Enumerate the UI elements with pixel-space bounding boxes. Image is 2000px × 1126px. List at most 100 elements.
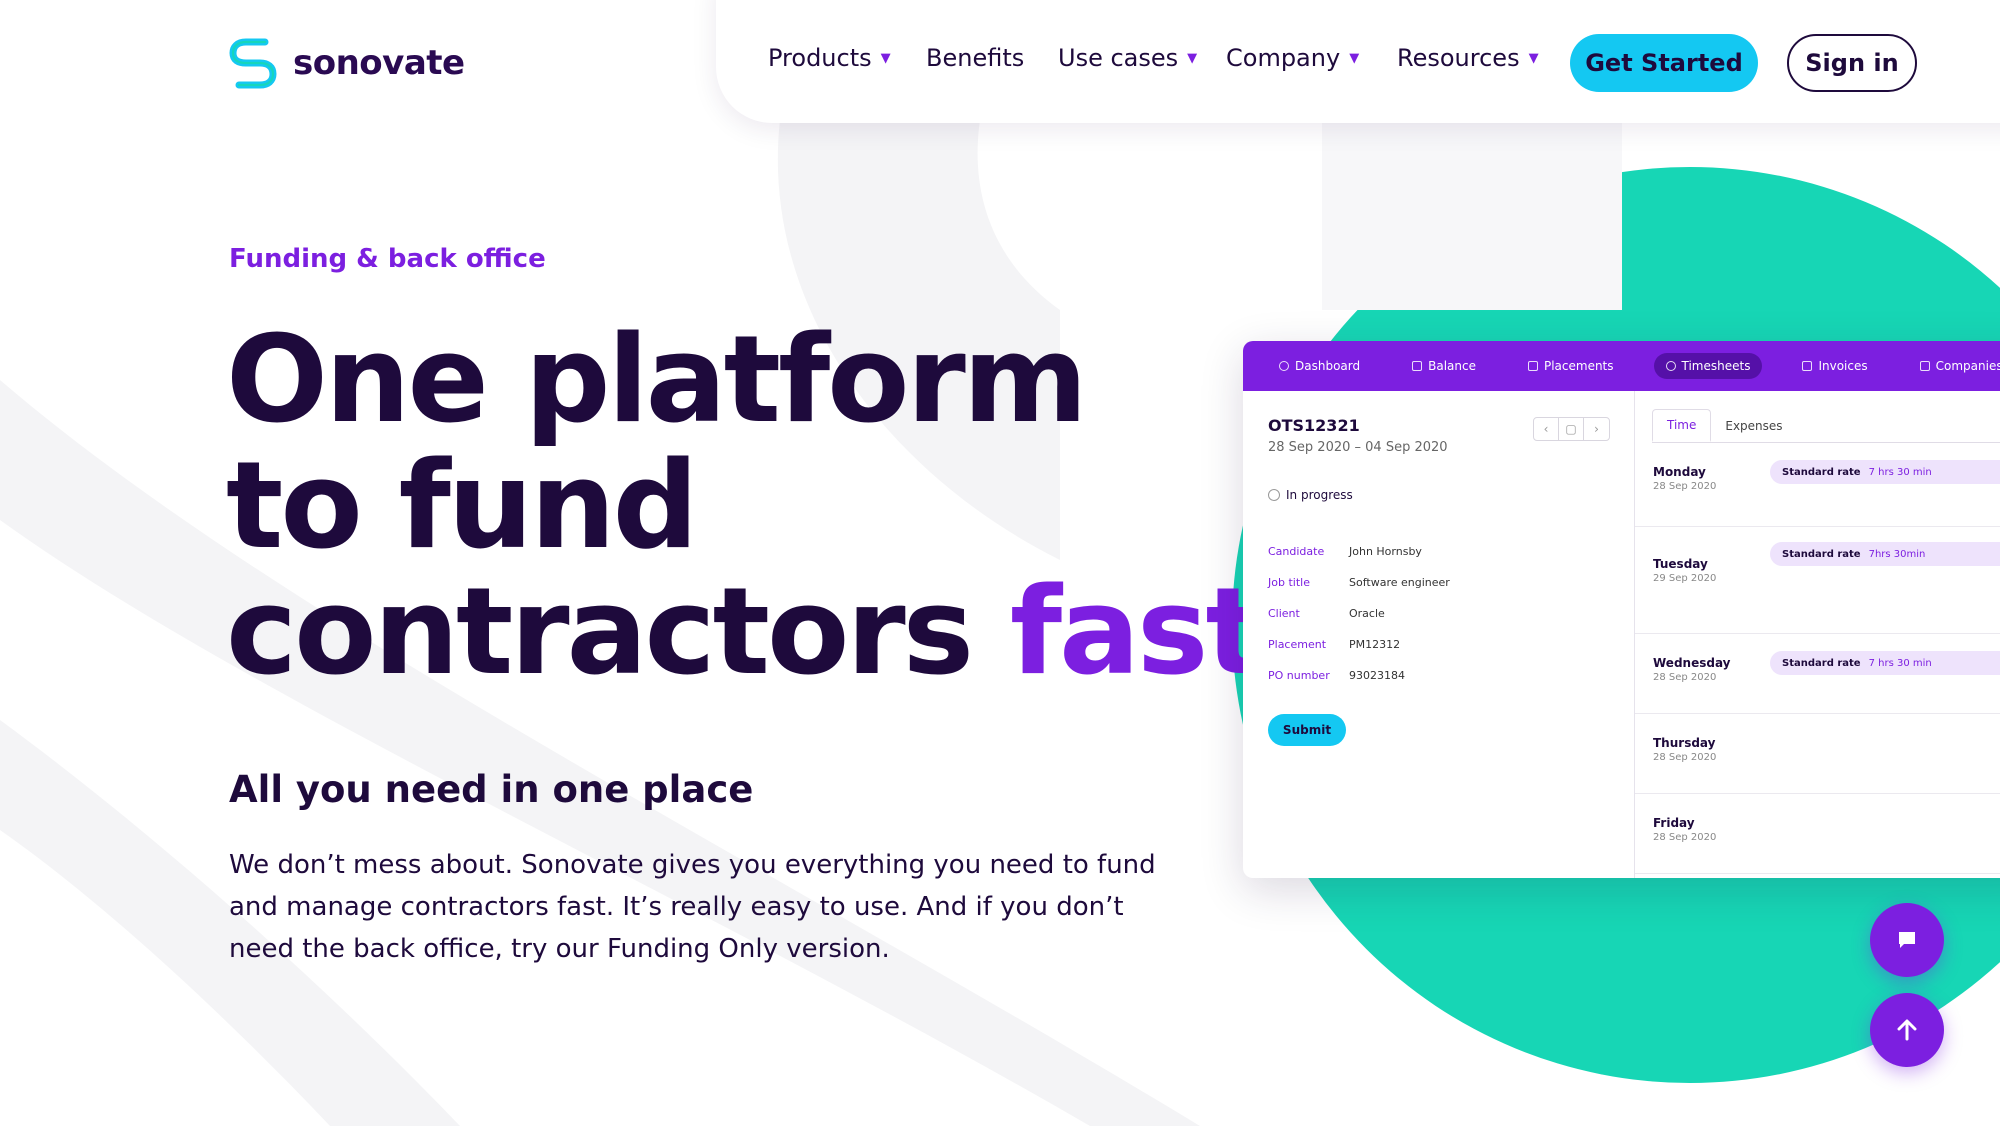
nav-resources[interactable]: Resources ▼ bbox=[1397, 44, 1539, 72]
field-label: Job title bbox=[1268, 576, 1310, 589]
tab-expenses: Expenses bbox=[1725, 418, 1783, 433]
briefcase-icon bbox=[1527, 361, 1538, 371]
nav-products[interactable]: Products ▼ bbox=[768, 44, 891, 72]
rate-pill: Standard rate 7hrs 30min bbox=[1770, 542, 2000, 566]
field-po-number: PO number 93023184 bbox=[1268, 669, 1405, 682]
rate-label: Standard rate bbox=[1782, 548, 1861, 560]
rate-hours: 7 hrs 30 min bbox=[1868, 466, 1932, 478]
field-candidate: Candidate John Hornsby bbox=[1268, 545, 1422, 558]
mockup-nav-label: Invoices bbox=[1818, 359, 1868, 373]
headline-accent: fast bbox=[1009, 563, 1263, 702]
status-icon bbox=[1268, 489, 1280, 501]
timesheet-days: Time Expenses Monday 28 Sep 2020 Standar… bbox=[1635, 391, 2000, 878]
rate-hours: 7hrs 30min bbox=[1868, 548, 1926, 560]
day-date: 28 Sep 2020 bbox=[1653, 832, 1717, 843]
get-started-button[interactable]: Get Started bbox=[1570, 34, 1758, 92]
day-name: Tuesday bbox=[1653, 557, 1708, 571]
caret-down-icon: ▼ bbox=[1528, 50, 1539, 66]
field-value: Oracle bbox=[1349, 607, 1385, 620]
timesheet-dates: 28 Sep 2020 – 04 Sep 2020 bbox=[1268, 440, 1448, 455]
mockup-nav-timesheets: Timesheets bbox=[1653, 353, 1763, 379]
headline-line-3: contractors bbox=[226, 563, 1010, 702]
rate-pill: Standard rate 7 hrs 30 min bbox=[1770, 460, 2000, 484]
mockup-tabs: Time Expenses bbox=[1652, 409, 1797, 442]
hero-eyebrow: Funding & back office bbox=[229, 244, 546, 274]
headline-line-1: One platform bbox=[226, 311, 1088, 450]
mockup-nav-invoices: Invoices bbox=[1790, 353, 1879, 379]
document-icon bbox=[1802, 361, 1813, 371]
chat-button[interactable] bbox=[1870, 903, 1944, 977]
day-date: 29 Sep 2020 bbox=[1653, 573, 1717, 584]
wallet-icon bbox=[1412, 361, 1423, 371]
tab-time: Time bbox=[1652, 409, 1712, 442]
day-name: Friday bbox=[1653, 816, 1695, 830]
calendar-icon: ▢ bbox=[1559, 418, 1584, 440]
timesheet-id: OTS12321 bbox=[1268, 416, 1360, 435]
nav-products-label: Products bbox=[768, 44, 872, 72]
chat-bubble-icon bbox=[1899, 932, 1915, 948]
caret-down-icon: ▼ bbox=[1349, 50, 1360, 66]
mockup-nav-label: Placements bbox=[1543, 359, 1614, 373]
logo-wordmark: sonovate bbox=[293, 43, 465, 83]
mockup-nav: Dashboard Balance Placements Timesheets … bbox=[1243, 341, 2000, 391]
app-mockup: Dashboard Balance Placements Timesheets … bbox=[1243, 341, 2000, 878]
sonovate-logo-icon bbox=[229, 38, 277, 89]
field-label: Client bbox=[1268, 607, 1300, 620]
clock-icon bbox=[1665, 361, 1676, 371]
day-row: Tuesday 29 Sep 2020 Standard rate 7hrs 3… bbox=[1635, 527, 2000, 634]
chevron-right-icon: › bbox=[1594, 422, 1599, 436]
field-client: Client Oracle bbox=[1268, 607, 1385, 620]
status-text: In progress bbox=[1286, 488, 1353, 502]
rate-label: Standard rate bbox=[1782, 466, 1861, 478]
sonovate-logo[interactable]: sonovate bbox=[229, 34, 465, 92]
day-name: Thursday bbox=[1653, 736, 1716, 750]
field-job-title: Job title Software engineer bbox=[1268, 576, 1450, 589]
day-row: Monday 28 Sep 2020 Standard rate 7 hrs 3… bbox=[1635, 443, 2000, 527]
hero-headline: One platform to fund contractors fast bbox=[226, 318, 1263, 696]
field-label: PO number bbox=[1268, 669, 1330, 682]
headline-line-2: to fund bbox=[226, 437, 699, 576]
scroll-to-top-button[interactable] bbox=[1870, 993, 1944, 1067]
hero-subhead: All you need in one place bbox=[229, 768, 754, 811]
nav-benefits-label: Benefits bbox=[926, 44, 1025, 72]
mockup-nav-placements: Placements bbox=[1516, 353, 1626, 379]
day-row: Thursday 28 Sep 2020 bbox=[1635, 714, 2000, 794]
mockup-nav-label: Companies bbox=[1935, 359, 2000, 373]
field-label: Candidate bbox=[1268, 545, 1325, 558]
day-name: Monday bbox=[1653, 465, 1706, 479]
nav-company[interactable]: Company ▼ bbox=[1226, 44, 1359, 72]
nav-use-cases[interactable]: Use cases ▼ bbox=[1058, 44, 1197, 72]
nav-company-label: Company bbox=[1226, 44, 1341, 72]
nav-resources-label: Resources bbox=[1397, 44, 1520, 72]
day-row: Wednesday 28 Sep 2020 Standard rate 7 hr… bbox=[1635, 634, 2000, 714]
day-name: Wednesday bbox=[1653, 656, 1731, 670]
mockup-nav-label: Balance bbox=[1428, 359, 1476, 373]
arrow-up-icon bbox=[1897, 1019, 1917, 1041]
hero-body: We don’t mess about. Sonovate gives you … bbox=[229, 850, 1156, 964]
mockup-submit-button: Submit bbox=[1268, 714, 1346, 746]
rate-hours: 7 hrs 30 min bbox=[1868, 657, 1932, 669]
sign-in-button[interactable]: Sign in bbox=[1787, 34, 1917, 92]
field-value: PM12312 bbox=[1349, 638, 1401, 651]
chevron-left-icon: ‹ bbox=[1534, 418, 1559, 440]
day-date: 28 Sep 2020 bbox=[1653, 752, 1717, 763]
field-value: Software engineer bbox=[1349, 576, 1450, 589]
day-date: 28 Sep 2020 bbox=[1653, 672, 1717, 683]
mockup-nav-balance: Balance bbox=[1400, 353, 1488, 379]
field-value: John Hornsby bbox=[1349, 545, 1422, 558]
status-badge: In progress bbox=[1268, 488, 1353, 502]
timesheet-details: OTS12321 28 Sep 2020 – 04 Sep 2020 ‹ ▢ ›… bbox=[1243, 391, 1635, 878]
field-value: 93023184 bbox=[1349, 669, 1405, 682]
day-date: 28 Sep 2020 bbox=[1653, 481, 1717, 492]
mockup-nav-companies: Companies⌄ bbox=[1908, 353, 2000, 379]
date-pager: ‹ ▢ › bbox=[1533, 417, 1610, 441]
day-row: Friday 28 Sep 2020 bbox=[1635, 794, 2000, 874]
caret-down-icon: ▼ bbox=[880, 50, 891, 66]
mockup-nav-label: Timesheets bbox=[1681, 359, 1751, 373]
nav-use-cases-label: Use cases bbox=[1058, 44, 1179, 72]
field-placement: Placement PM12312 bbox=[1268, 638, 1400, 651]
nav-benefits[interactable]: Benefits bbox=[926, 44, 1024, 72]
rate-label: Standard rate bbox=[1782, 657, 1861, 669]
rate-pill: Standard rate 7 hrs 30 min bbox=[1770, 651, 2000, 675]
mockup-nav-dashboard: Dashboard bbox=[1267, 353, 1372, 379]
